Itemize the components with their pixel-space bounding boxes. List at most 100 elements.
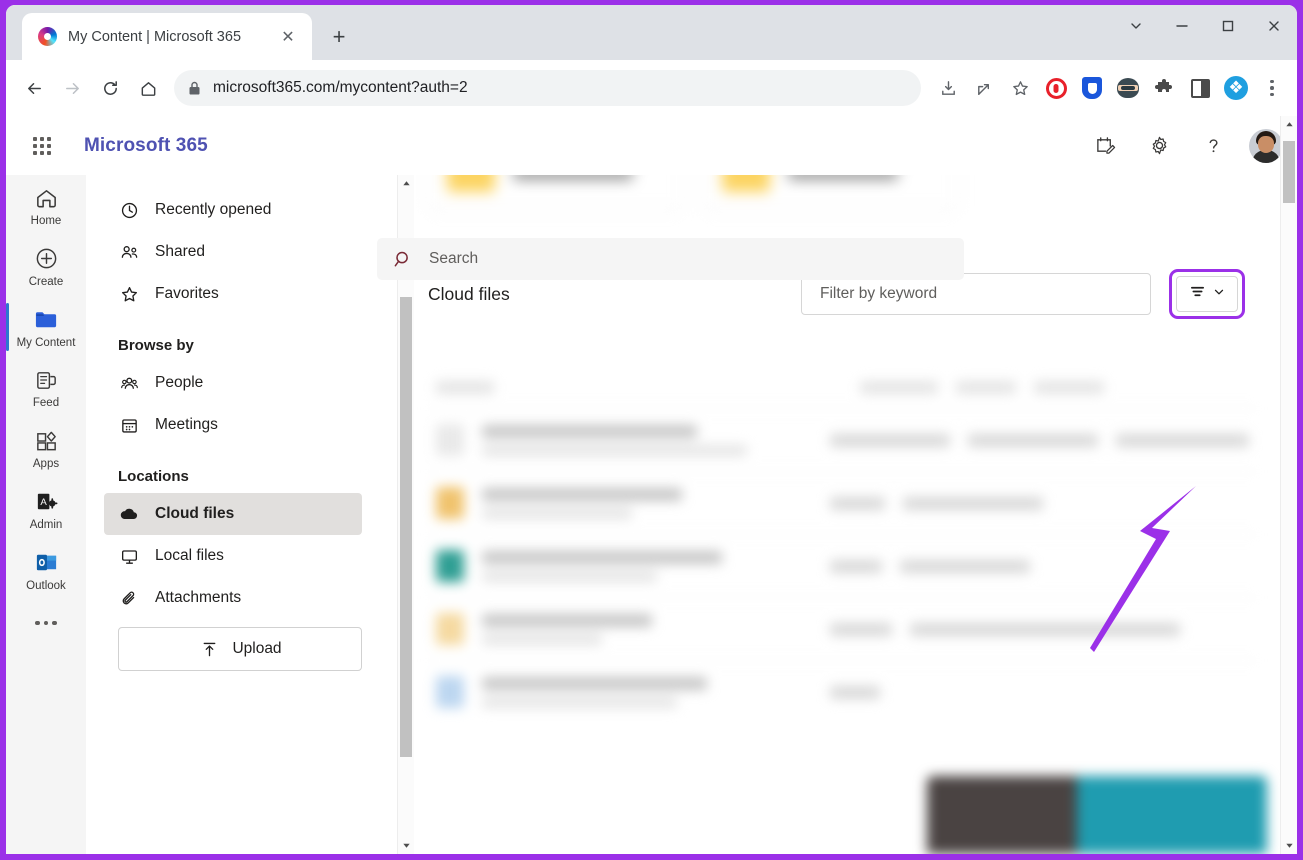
table-row[interactable] — [428, 597, 1257, 660]
scroll-down-arrow-icon[interactable] — [398, 837, 414, 854]
chevron-down-icon — [1213, 285, 1225, 303]
filter-button[interactable] — [1176, 276, 1238, 312]
home-icon[interactable] — [130, 70, 166, 106]
new-tab-button[interactable]: + — [322, 20, 356, 54]
app-launcher-icon[interactable] — [22, 126, 62, 166]
sidebar-item-people[interactable]: People — [104, 362, 362, 404]
sidebar-item-label: Favorites — [155, 285, 219, 302]
reload-icon[interactable] — [92, 70, 128, 106]
nav-scroll-region: Recently opened Shared Favorites Browse … — [86, 175, 414, 854]
opera-adblock-icon[interactable] — [1039, 71, 1073, 105]
sidebar-item-attachments[interactable]: Attachments — [104, 577, 362, 619]
scroll-up-arrow-icon[interactable] — [398, 175, 414, 192]
cell-blurred — [910, 622, 1180, 636]
upload-button[interactable]: Upload — [118, 627, 362, 671]
scroll-down-arrow-icon[interactable] — [1281, 837, 1297, 854]
table-row[interactable] — [428, 471, 1257, 534]
apps-grid-icon — [34, 427, 59, 455]
page-title: Cloud files — [428, 283, 510, 304]
rail-item-apps[interactable]: Apps — [6, 418, 86, 479]
rail-label: Feed — [32, 397, 60, 410]
sidebar-item-meetings[interactable]: Meetings — [104, 404, 362, 446]
plus-circle-icon — [34, 245, 59, 273]
column-header-blurred[interactable] — [1034, 380, 1104, 394]
tab-title: My Content | Microsoft 365 — [68, 28, 242, 45]
search-input[interactable]: Search — [377, 238, 964, 280]
cell-blurred — [830, 496, 885, 510]
rail-item-feed[interactable]: Feed — [6, 357, 86, 418]
bookmark-star-icon[interactable] — [1003, 71, 1037, 105]
gear-icon[interactable] — [1141, 128, 1177, 164]
minimize-icon[interactable] — [1159, 5, 1205, 47]
forward-arrow-icon[interactable] — [54, 70, 90, 106]
browser-window: My Content | Microsoft 365 ✕ + microsoft… — [0, 0, 1303, 860]
share-icon[interactable] — [967, 71, 1001, 105]
folder-icon — [33, 306, 60, 334]
url-text: microsoft365.com/mycontent?auth=2 — [213, 79, 468, 96]
tab-strip: My Content | Microsoft 365 ✕ + — [6, 5, 1297, 60]
file-name-blurred — [482, 487, 682, 501]
nav-item-clipped[interactable] — [104, 175, 414, 189]
column-header-blurred[interactable] — [956, 380, 1016, 394]
paperclip-icon — [118, 589, 140, 608]
cell-blurred — [903, 496, 1043, 510]
close-window-icon[interactable] — [1251, 5, 1297, 47]
notepad-edit-icon[interactable] — [1087, 128, 1123, 164]
main-scroll-thumb[interactable] — [1283, 141, 1295, 203]
sidebar-item-label: Meetings — [155, 416, 218, 433]
rail-item-create[interactable]: Create — [6, 236, 86, 297]
address-bar[interactable]: microsoft365.com/mycontent?auth=2 — [174, 70, 921, 106]
help-icon[interactable] — [1195, 128, 1231, 164]
main-scroll-track[interactable] — [1281, 133, 1297, 837]
lock-icon — [188, 81, 201, 96]
sidebar-item-shared[interactable]: Shared — [104, 231, 362, 273]
table-row[interactable] — [428, 408, 1257, 471]
puzzle-piece-icon[interactable] — [1147, 71, 1181, 105]
window-controls — [1113, 5, 1297, 60]
rail-item-outlook[interactable]: Outlook — [6, 540, 86, 601]
download-icon[interactable] — [931, 71, 965, 105]
sidebar-item-local-files[interactable]: Local files — [104, 535, 362, 577]
main-scrollbar[interactable] — [1280, 116, 1297, 854]
sidebar-item-label: Cloud files — [155, 505, 235, 522]
rail-item-admin[interactable]: A Admin — [6, 479, 86, 540]
sidebar-item-favorites[interactable]: Favorites — [104, 273, 362, 315]
shield-icon[interactable] — [1075, 71, 1109, 105]
tab-search-chevron-icon[interactable] — [1113, 5, 1159, 47]
rail-item-my-content[interactable]: My Content — [6, 297, 86, 358]
sidebar-section-locations: Locations — [118, 468, 189, 485]
sidebar-item-recently-opened[interactable]: Recently opened — [104, 189, 362, 231]
scroll-up-arrow-icon[interactable] — [1281, 116, 1297, 133]
table-row[interactable] — [428, 660, 1257, 723]
chat-widget[interactable] — [927, 776, 1267, 854]
split-screen-icon[interactable] — [1183, 71, 1217, 105]
cloud-icon — [118, 504, 140, 524]
back-arrow-icon[interactable] — [16, 70, 52, 106]
file-name-blurred — [482, 424, 697, 438]
star-icon — [118, 285, 140, 304]
home-icon — [34, 184, 59, 212]
sidebar-scroll-track[interactable] — [398, 192, 414, 837]
spiral-logo-icon[interactable]: ❖ — [1219, 71, 1253, 105]
column-header-blurred[interactable] — [436, 380, 494, 394]
file-name-blurred — [482, 676, 707, 690]
file-type-icon — [436, 487, 464, 519]
brand-title[interactable]: Microsoft 365 — [84, 135, 208, 157]
main-content: Cloud files Filter by keyword — [414, 116, 1297, 854]
column-header-blurred[interactable] — [860, 380, 938, 394]
more-apps-button[interactable] — [35, 609, 57, 638]
admin-icon: A — [34, 488, 59, 516]
close-tab-icon[interactable]: ✕ — [276, 25, 300, 49]
sidebar-item-cloud-files[interactable]: Cloud files — [104, 493, 362, 535]
three-dot-menu-icon[interactable] — [1255, 71, 1289, 105]
ninja-icon[interactable] — [1111, 71, 1145, 105]
table-row[interactable] — [428, 534, 1257, 597]
cell-blurred — [1116, 433, 1249, 447]
rail-item-home[interactable]: Home — [6, 175, 86, 236]
sidebar-scroll-thumb[interactable] — [400, 297, 412, 757]
user-avatar[interactable] — [1249, 128, 1283, 163]
browser-tab[interactable]: My Content | Microsoft 365 ✕ — [22, 13, 312, 60]
maximize-icon[interactable] — [1205, 5, 1251, 47]
file-type-icon — [436, 676, 464, 708]
browser-toolbar: microsoft365.com/mycontent?auth=2 ❖ — [6, 60, 1297, 116]
